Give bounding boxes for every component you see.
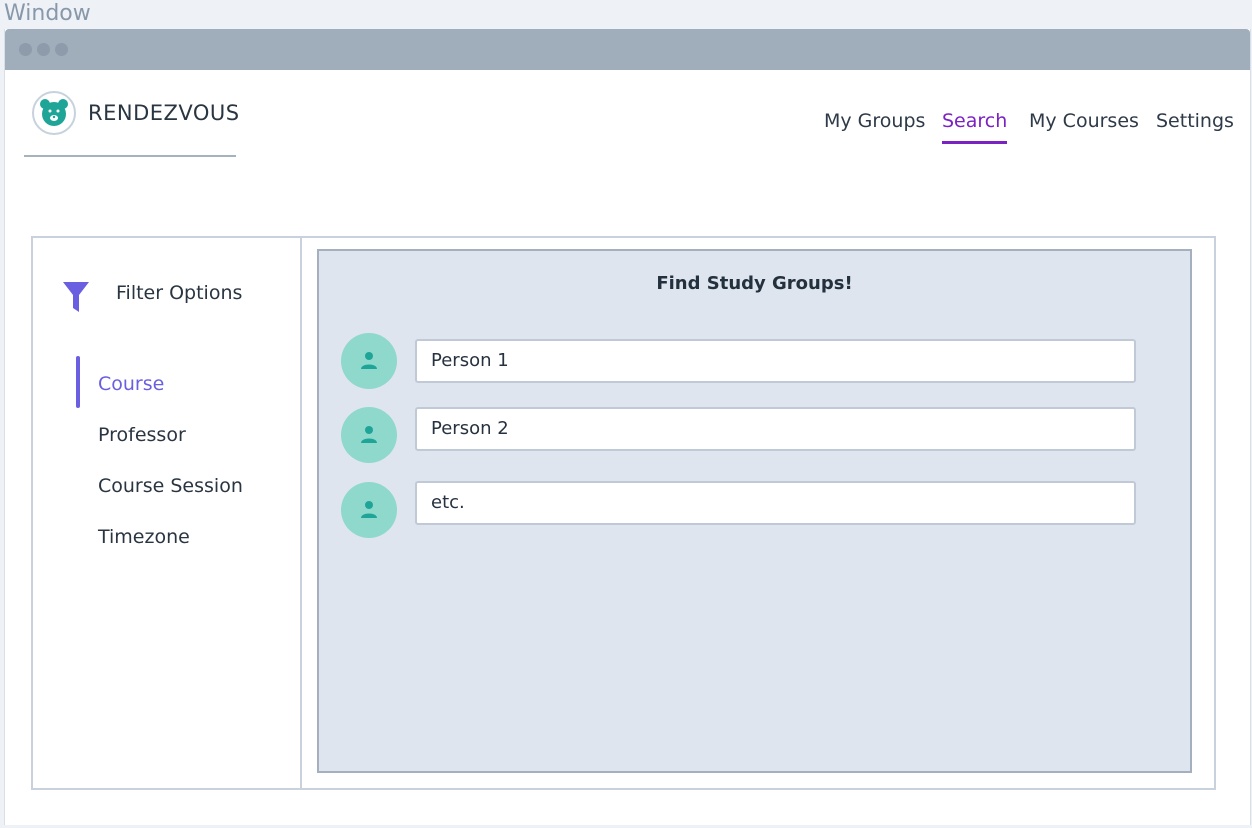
nav-search[interactable]: Search <box>942 109 1008 144</box>
user-icon <box>361 501 377 518</box>
user-icon <box>361 352 377 369</box>
user-icon <box>361 426 377 443</box>
person-field[interactable]: Person 2 <box>415 407 1136 451</box>
nav-my-groups[interactable]: My Groups <box>824 109 925 141</box>
brand[interactable]: RENDEZVOUS <box>24 81 239 157</box>
filter-options-title: Filter Options <box>116 282 243 304</box>
filter-icon <box>63 282 89 316</box>
filter-sidebar: Filter Options Course Professor Course S… <box>33 238 302 788</box>
avatar[interactable] <box>341 482 397 538</box>
avatar[interactable] <box>341 407 397 463</box>
person-field[interactable]: etc. <box>415 481 1136 525</box>
person-field[interactable]: Person 1 <box>415 339 1136 383</box>
window-close-dot[interactable] <box>19 43 32 56</box>
brand-name: RENDEZVOUS <box>88 101 240 125</box>
app-window: RENDEZVOUS My Groups Search My Courses S… <box>4 29 1251 825</box>
active-filter-indicator <box>76 356 80 408</box>
nav-settings[interactable]: Settings <box>1156 109 1234 141</box>
window-minimize-dot[interactable] <box>37 43 50 56</box>
filter-timezone[interactable]: Timezone <box>98 525 190 549</box>
window-maximize-dot[interactable] <box>55 43 68 56</box>
filter-professor[interactable]: Professor <box>98 423 186 447</box>
avatar[interactable] <box>341 333 397 389</box>
bear-icon <box>32 91 76 135</box>
results-title: Find Study Groups! <box>656 273 853 294</box>
window-titlebar[interactable] <box>5 29 1250 70</box>
search-panel: Filter Options Course Professor Course S… <box>31 236 1216 790</box>
window-caption: Window <box>4 1 91 26</box>
filter-course-session[interactable]: Course Session <box>98 474 243 498</box>
nav-my-courses[interactable]: My Courses <box>1029 109 1139 141</box>
results-area: Find Study Groups! Person 1 Person 2 etc… <box>317 249 1192 773</box>
filter-course[interactable]: Course <box>98 372 164 396</box>
